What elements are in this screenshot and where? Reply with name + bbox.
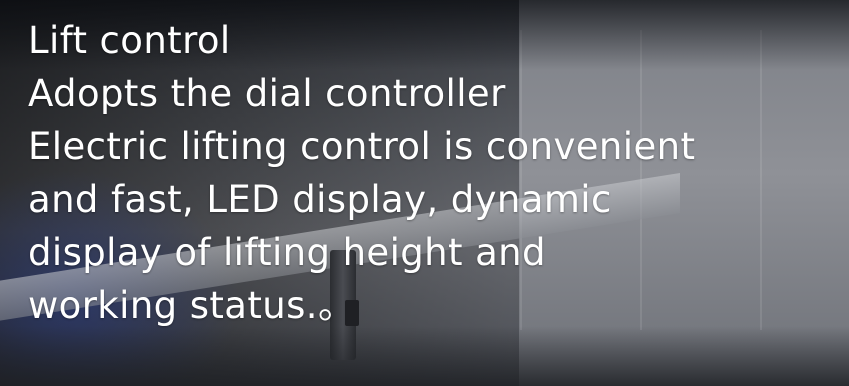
caption-line: and fast, LED display, dynamic (28, 178, 612, 221)
caption-line: working status.。 (28, 284, 356, 327)
caption-line: Electric lifting control is convenient (28, 125, 696, 168)
floor-shadow (0, 326, 849, 386)
caption-line: display of lifting height and (28, 231, 546, 274)
feature-caption: Lift control Adopts the dial controller … (28, 14, 843, 332)
caption-line: Adopts the dial controller (28, 72, 506, 115)
caption-title: Lift control (28, 19, 231, 62)
product-photo: Lift control Adopts the dial controller … (0, 0, 849, 386)
